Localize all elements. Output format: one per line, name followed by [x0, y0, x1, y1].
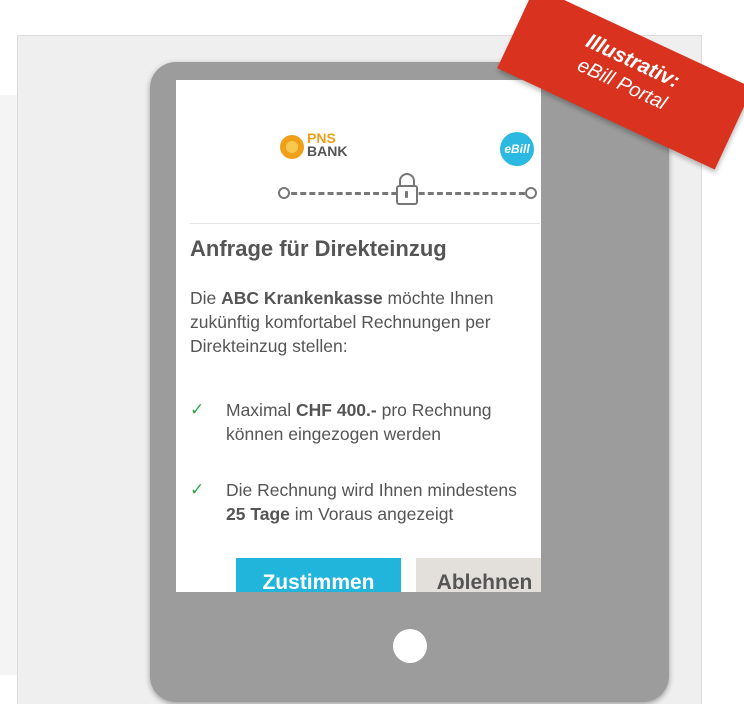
- accept-button[interactable]: Zustimmen: [236, 558, 401, 592]
- connection-end-dot: [525, 187, 537, 199]
- checkmark-icon: ✓: [190, 480, 205, 499]
- ebill-logo: eBill: [500, 132, 534, 166]
- tablet-screen: PNS BANK eBill Anfrage für Direkteinzug …: [176, 80, 541, 592]
- divider: [190, 223, 540, 224]
- item-bold: 25 Tage: [226, 504, 290, 524]
- item-bold: CHF 400.-: [296, 400, 377, 420]
- checkmark-icon: ✓: [190, 400, 205, 419]
- dialog-title: Anfrage für Direkteinzug: [190, 236, 447, 261]
- intro-prefix: Die: [190, 288, 222, 308]
- left-strip: [0, 95, 17, 675]
- lion-icon: [280, 135, 304, 159]
- bank-name-bottom: BANK: [307, 143, 348, 159]
- connection-start-dot: [278, 187, 290, 199]
- intro-company: ABC Krankenkasse: [221, 288, 383, 308]
- item-prefix: Maximal: [226, 400, 297, 420]
- lock-icon: [396, 173, 418, 205]
- home-button[interactable]: [393, 629, 427, 663]
- item-prefix: Die Rechnung wird Ihnen mindestens: [226, 480, 517, 500]
- dialog-intro: Die ABC Krankenkasse möchte Ihnen zukünf…: [190, 286, 525, 358]
- item-suffix: im Voraus angezeigt: [289, 504, 454, 524]
- bank-logo: PNS BANK: [276, 131, 366, 172]
- decline-button[interactable]: Ablehnen: [416, 558, 541, 592]
